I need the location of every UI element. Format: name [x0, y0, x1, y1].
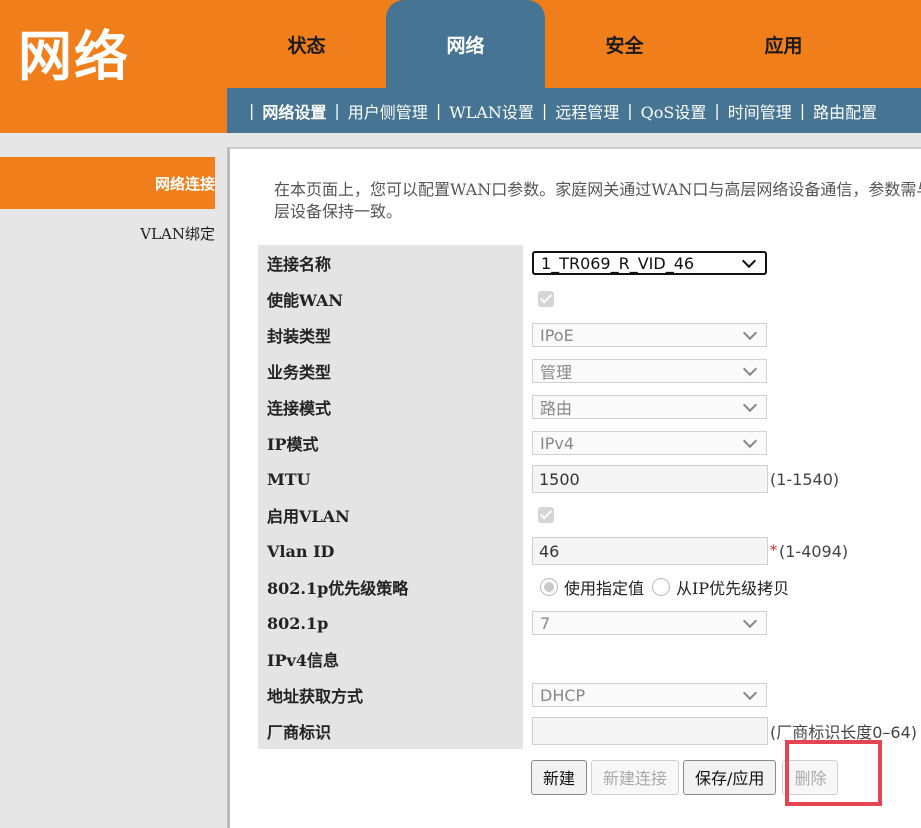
sidebar-item-label: 网络连接: [154, 174, 215, 193]
save-apply-button[interactable]: 保存/应用: [683, 759, 777, 795]
connection-name-select[interactable]: 1_TR069_R_VID_46: [532, 251, 767, 275]
subnav-wlan[interactable]: WLAN设置: [449, 99, 534, 123]
address-method-select[interactable]: DHCP: [532, 683, 767, 707]
chevron-down-icon: [742, 326, 760, 344]
tab-label: 安全: [605, 34, 644, 57]
subnav-routing[interactable]: 路由配置: [813, 99, 877, 123]
form-row: 802.1p优先级策略 使用指定值 从IP优先级拷贝: [258, 569, 921, 605]
select-value: 路由: [540, 399, 573, 418]
select-value: DHCP: [540, 685, 586, 705]
required-marker: *: [770, 543, 777, 559]
field-label: 启用VLAN: [258, 497, 523, 533]
encap-type-select[interactable]: IPoE: [532, 323, 767, 347]
sidebar-item-vlan-binding[interactable]: VLAN绑定: [0, 207, 215, 259]
select-value: 7: [540, 613, 551, 633]
chevron-down-icon: [741, 254, 759, 272]
radio-label: 从IP优先级拷贝: [676, 579, 790, 598]
tab-security[interactable]: 安全: [545, 0, 704, 88]
service-type-select[interactable]: 管理: [532, 359, 767, 383]
tab-label: 应用: [764, 34, 803, 57]
enable-vlan-checkbox[interactable]: [538, 507, 554, 523]
subnav-time[interactable]: 时间管理: [728, 99, 792, 123]
connection-mode-select[interactable]: 路由: [532, 395, 767, 419]
form-row: 802.1p 7: [258, 605, 921, 641]
tab-label: 网络: [446, 34, 485, 57]
new-button[interactable]: 新建: [531, 759, 588, 795]
chevron-down-icon: [742, 398, 760, 416]
subnav-user-side[interactable]: 用户侧管理: [348, 99, 428, 123]
tab-label: 状态: [287, 34, 326, 57]
select-value: IPv4: [540, 433, 575, 453]
chevron-down-icon: [742, 362, 760, 380]
page-description: 在本页面上，您可以配置WAN口参数。家庭网关通过WAN口与高层网络设备通信，参数…: [274, 180, 921, 221]
subnav-qos[interactable]: QoS设置: [641, 99, 707, 123]
chevron-down-icon: [742, 434, 760, 452]
form-row: 地址获取方式 DHCP: [258, 677, 921, 713]
form-row: Vlan ID 46 * (1-4094): [258, 533, 921, 569]
field-label: 802.1p: [258, 605, 523, 641]
vendor-id-input[interactable]: [532, 717, 768, 745]
ip-mode-select[interactable]: IPv4: [532, 431, 767, 455]
field-label: 连接名称: [258, 245, 523, 281]
field-label: IP模式: [258, 425, 523, 461]
field-label: Vlan ID: [258, 533, 523, 569]
tab-network[interactable]: 网络: [386, 0, 545, 88]
radio-copy-from-ip[interactable]: [652, 578, 671, 596]
main-panel: 在本页面上，您可以配置WAN口参数。家庭网关通过WAN口与高层网络设备通信，参数…: [227, 147, 921, 828]
vlan-range-hint: (1-4094): [779, 541, 849, 561]
tab-status[interactable]: 状态: [227, 0, 386, 88]
form-row: 封装类型 IPoE: [258, 317, 921, 353]
field-label: 厂商标识: [258, 713, 523, 749]
vlan-id-input[interactable]: 46: [532, 537, 768, 565]
form-row: 启用VLAN: [258, 497, 921, 533]
chevron-down-icon: [742, 686, 760, 704]
form-row: 连接名称 1_TR069_R_VID_46: [258, 245, 921, 281]
form-row: IPv4信息: [258, 641, 921, 677]
sidebar-item-label: VLAN绑定: [140, 224, 215, 243]
select-value: 1_TR069_R_VID_46: [541, 253, 695, 273]
sidebar-item-network-connection[interactable]: 网络连接: [0, 157, 215, 209]
top-nav: 状态 网络 安全 应用: [227, 0, 921, 88]
chevron-down-icon: [742, 614, 760, 632]
8021p-select[interactable]: 7: [532, 611, 767, 635]
new-connection-button[interactable]: 新建连接: [591, 759, 680, 795]
form-row: 连接模式 路由: [258, 389, 921, 425]
field-label: 802.1p优先级策略: [258, 569, 523, 605]
tab-application[interactable]: 应用: [704, 0, 863, 88]
form-row: MTU 1500 (1-1540): [258, 461, 921, 497]
enable-wan-checkbox[interactable]: [538, 291, 554, 307]
sub-nav: | 网络设置 | 用户侧管理 | WLAN设置 | 远程管理 | QoS设置 |…: [227, 88, 921, 133]
select-value: IPoE: [540, 325, 574, 345]
field-label: MTU: [258, 461, 523, 497]
logo-text: 网络: [18, 25, 130, 88]
subnav-remote[interactable]: 远程管理: [555, 99, 619, 123]
highlight-annotation: [785, 740, 882, 806]
mtu-input[interactable]: 1500: [532, 465, 768, 493]
field-label: 使能WAN: [258, 281, 523, 317]
select-value: 管理: [540, 363, 573, 382]
sidebar: 网络连接 VLAN绑定: [0, 133, 227, 828]
radio-use-specified[interactable]: [540, 578, 558, 596]
form-row: IP模式 IPv4: [258, 425, 921, 461]
mtu-range-hint: (1-1540): [770, 469, 840, 489]
form-row: 业务类型 管理: [258, 353, 921, 389]
section-label: IPv4信息: [258, 641, 523, 677]
radio-label: 使用指定值: [564, 579, 645, 598]
logo-area: 网络: [0, 0, 227, 133]
field-label: 业务类型: [258, 353, 523, 389]
field-label: 连接模式: [258, 389, 523, 425]
field-label: 地址获取方式: [258, 677, 523, 713]
subnav-network-settings[interactable]: 网络设置: [262, 99, 326, 123]
form-row: 使能WAN: [258, 281, 921, 317]
field-label: 封装类型: [258, 317, 523, 353]
